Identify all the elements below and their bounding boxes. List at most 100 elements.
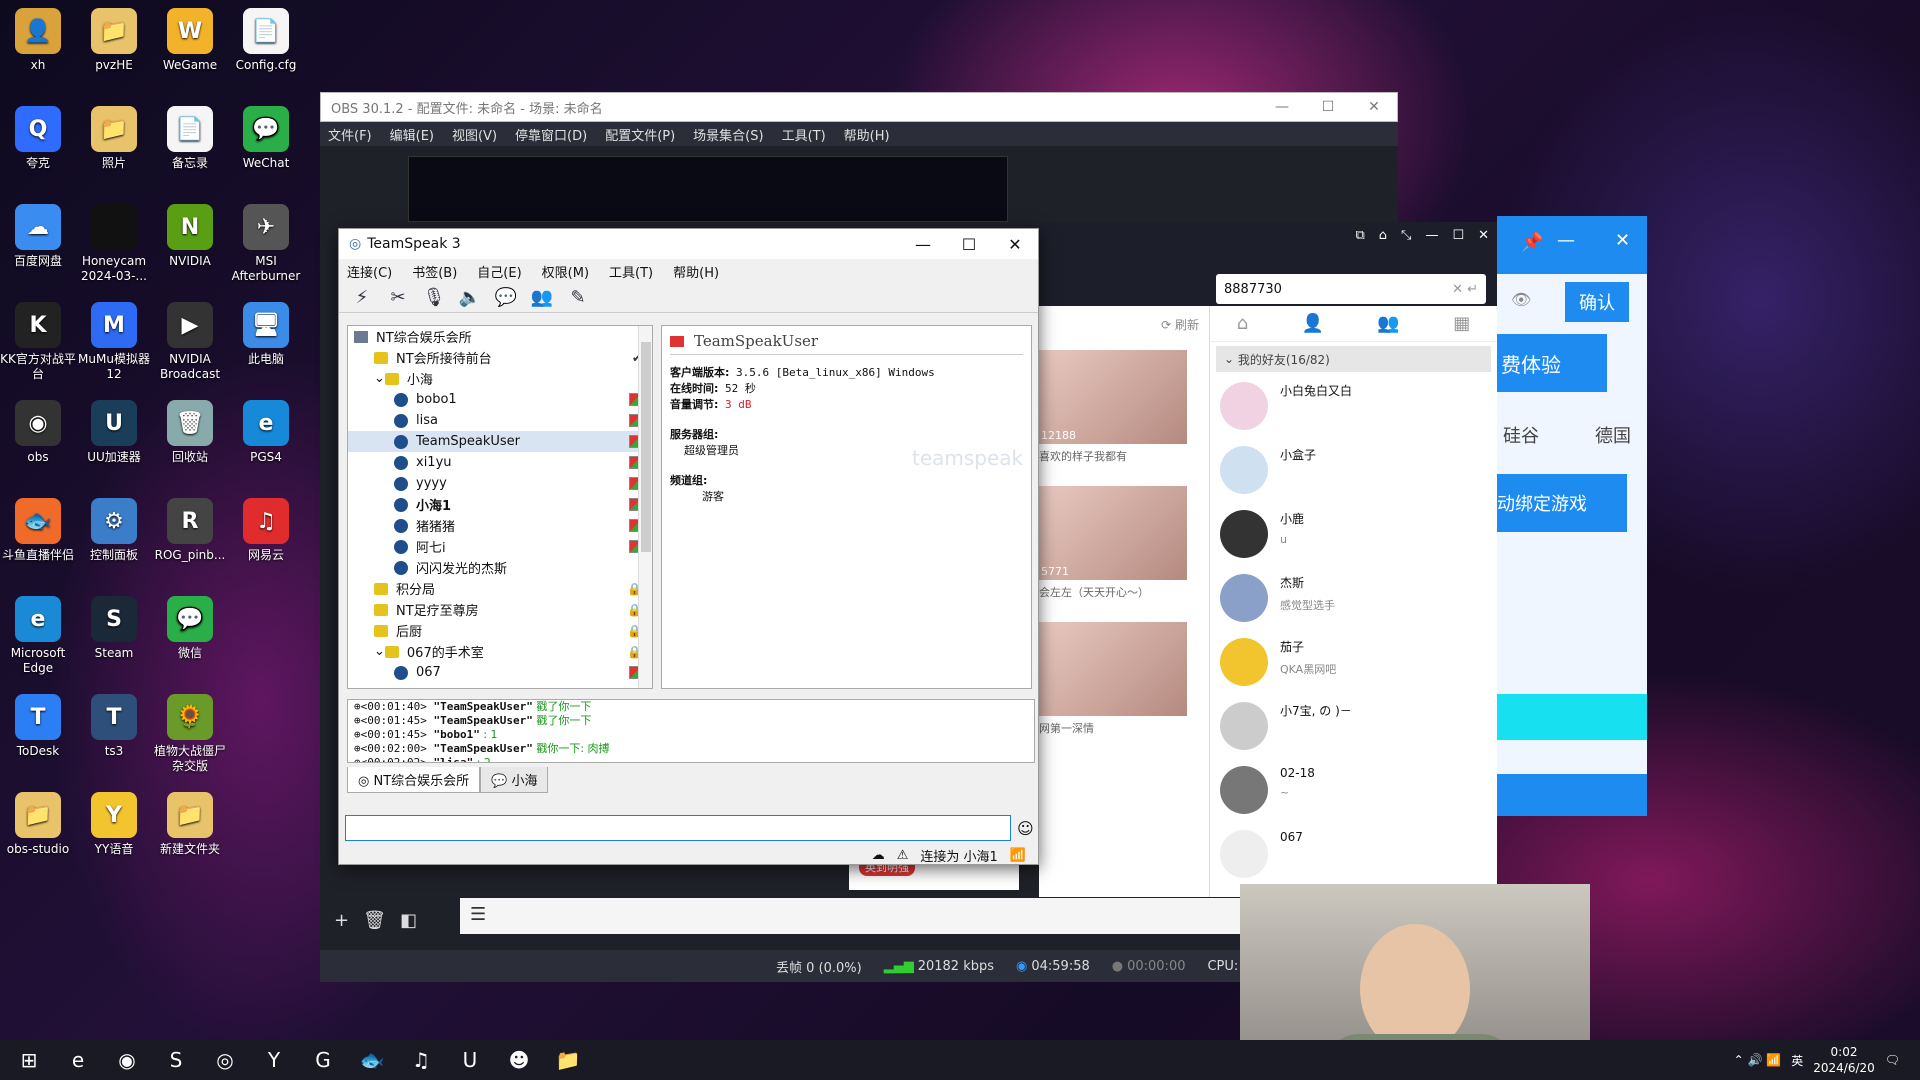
region-silicon-valley[interactable]: 硅谷 — [1503, 422, 1539, 448]
clock[interactable]: 0:02 2024/6/20 — [1813, 1044, 1875, 1076]
desktop-icon[interactable]: 📁 照片 — [76, 106, 152, 171]
desktop-icon[interactable]: T ToDesk — [0, 694, 76, 759]
desktop-icon[interactable]: 📄 备忘录 — [152, 106, 228, 171]
refresh-button[interactable]: ⟳ 刷新 — [1161, 316, 1199, 333]
windows-start-icon[interactable]: ⊞ — [9, 1040, 49, 1080]
close-icon[interactable]: ✕ — [992, 235, 1038, 254]
desktop-icon[interactable]: S Steam — [76, 596, 152, 661]
hotkey-icon[interactable]: ✎ — [565, 286, 591, 310]
friend-row[interactable]: 小白兔白又白 — [1210, 376, 1497, 440]
desktop-icon[interactable]: Honeycam 2024-03-... — [76, 204, 152, 284]
obs-icon[interactable]: ◉ — [107, 1040, 147, 1080]
desktop-icon[interactable]: ◉ obs — [0, 400, 76, 465]
desktop-icon[interactable]: 💬 微信 — [152, 596, 228, 661]
friend-row[interactable]: 小7宝, の )－ — [1210, 696, 1497, 760]
shirt-icon[interactable]: ⌂ — [1379, 228, 1387, 243]
disconnect-icon[interactable]: ✂ — [385, 286, 411, 310]
channel-row[interactable]: NT会所接待前台 ✔ — [348, 347, 652, 368]
friend-row[interactable]: 小鹿 u — [1210, 504, 1497, 568]
desktop-icon[interactable]: 📁 obs-studio — [0, 792, 76, 857]
pin-icon[interactable]: ⤡ — [1401, 228, 1411, 243]
desktop-icon[interactable]: ▶ NVIDIA Broadcast — [152, 302, 228, 382]
minimize-icon[interactable]: — — [1557, 230, 1575, 251]
skin-icon[interactable]: ⧉ — [1355, 228, 1364, 243]
ts-menu-item[interactable]: 帮助(H) — [673, 262, 719, 281]
pin-icon[interactable]: 📌 — [1521, 232, 1543, 253]
client-row[interactable]: 小海1 — [348, 494, 652, 515]
tree-scrollbar[interactable] — [638, 326, 652, 688]
feed-card[interactable]: 12188 喜欢的样子我都有 — [1039, 350, 1189, 480]
close-icon[interactable]: ✕ — [1615, 230, 1630, 251]
minimize-icon[interactable]: — — [1425, 228, 1438, 243]
netease-music-icon[interactable]: ♫ — [401, 1040, 441, 1080]
maximize-icon[interactable]: ☐ — [946, 235, 992, 254]
ts-menu-item[interactable]: 自己(E) — [477, 262, 521, 281]
chevron-down-icon[interactable]: ⌄ — [374, 644, 385, 659]
close-icon[interactable]: ✕ — [1478, 228, 1489, 243]
edge-icon[interactable]: e — [58, 1040, 98, 1080]
feed-card[interactable]: 5771 会左左（天天开心～） — [1039, 486, 1189, 616]
yy-icon[interactable]: Y — [254, 1040, 294, 1080]
obs-menu-item[interactable]: 场景集合(S) — [693, 125, 763, 144]
minimize-icon[interactable]: — — [1259, 99, 1305, 115]
group-icon[interactable]: 👥 — [1377, 313, 1399, 334]
folder-icon[interactable]: 📁 — [548, 1040, 588, 1080]
desktop-icon[interactable]: e Microsoft Edge — [0, 596, 76, 676]
teamspeak-icon[interactable]: ◎ — [205, 1040, 245, 1080]
desktop-icon[interactable]: K KK官方对战平台 — [0, 302, 76, 382]
desktop-icon[interactable]: 🗑 回收站 — [152, 400, 228, 465]
desktop-icon[interactable]: 💬 WeChat — [228, 106, 304, 171]
obs-menu-item[interactable]: 工具(T) — [782, 125, 826, 144]
steam-icon[interactable]: S — [156, 1040, 196, 1080]
ts-menu-item[interactable]: 权限(M) — [542, 262, 589, 281]
client-row[interactable]: lisa — [348, 410, 652, 431]
channel-row[interactable]: ⌄ 小海 — [348, 368, 652, 389]
desktop-icon[interactable]: 📁 pvzHE — [76, 8, 152, 73]
obs-menu-item[interactable]: 视图(V) — [452, 125, 497, 144]
away-icon[interactable]: 💬 — [493, 286, 519, 310]
tray-icons[interactable]: ⌃ 🔊 📶 — [1734, 1053, 1782, 1067]
home-icon[interactable]: ⌂ — [1237, 313, 1248, 334]
client-row[interactable]: bobo1 — [348, 389, 652, 410]
input-language[interactable]: 英 — [1791, 1052, 1803, 1069]
desktop-icon[interactable]: ♫ 网易云 — [228, 498, 304, 563]
desktop-icon[interactable]: 👤 xh — [0, 8, 76, 73]
channel-row[interactable]: 积分局 🔒 — [348, 578, 652, 599]
bind-game-button[interactable]: 动绑定游戏 — [1497, 474, 1627, 532]
obs-menu-item[interactable]: 帮助(H) — [844, 125, 890, 144]
friend-row[interactable]: 02-18 ~ — [1210, 760, 1497, 824]
region-germany[interactable]: 德国 — [1595, 422, 1631, 448]
desktop-icon[interactable]: ⚙ 控制面板 — [76, 498, 152, 563]
friend-row[interactable]: 小盒子 — [1210, 440, 1497, 504]
channel-row[interactable]: NT综合娱乐会所 — [348, 326, 652, 347]
clear-icon[interactable]: ✕ ↵ — [1452, 282, 1478, 297]
obs-menu-item[interactable]: 配置文件(P) — [605, 125, 675, 144]
desktop-icon[interactable]: 📁 新建文件夹 — [152, 792, 228, 857]
desktop-icon[interactable]: W WeGame — [152, 8, 228, 73]
connect-icon[interactable]: ⚡ — [349, 286, 375, 310]
obs-menu-item[interactable]: 文件(F) — [328, 125, 372, 144]
chat-tab[interactable]: 💬 小海 — [480, 767, 549, 793]
maximize-icon[interactable]: ☐ — [1305, 99, 1351, 115]
client-row[interactable]: 阿七i — [348, 536, 652, 557]
minimize-icon[interactable]: — — [900, 235, 946, 254]
client-row[interactable]: yyyy — [348, 473, 652, 494]
chat-input[interactable] — [345, 815, 1011, 841]
client-row[interactable]: 067 — [348, 662, 652, 683]
obs-menu-item[interactable]: 停靠窗口(D) — [515, 125, 587, 144]
client-row[interactable]: xi1yu — [348, 452, 652, 473]
obs-menu-item[interactable]: 编辑(E) — [390, 125, 434, 144]
desktop-icon[interactable]: 🖥 此电脑 — [228, 302, 304, 367]
friend-row[interactable]: 茄子 QKA黑网吧 — [1210, 632, 1497, 696]
desktop-icon[interactable]: U UU加速器 — [76, 400, 152, 465]
contacts-icon[interactable]: 👥 — [529, 286, 555, 310]
feed-card[interactable]: 网第一深情 — [1039, 622, 1189, 752]
desktop-icon[interactable]: Tts3 — [76, 694, 152, 759]
ts-menu-item[interactable]: 工具(T) — [609, 262, 653, 281]
maximize-icon[interactable]: ☐ — [1452, 228, 1464, 243]
chat-tab[interactable]: ◎ NT综合娱乐会所 — [347, 767, 481, 793]
ts-menu-item[interactable]: 连接(C) — [347, 262, 392, 281]
desktop-icon[interactable]: 📄 Config.cfg — [228, 8, 304, 73]
close-icon[interactable]: ✕ — [1351, 99, 1397, 115]
desktop-icon[interactable]: Y YY语音 — [76, 792, 152, 857]
